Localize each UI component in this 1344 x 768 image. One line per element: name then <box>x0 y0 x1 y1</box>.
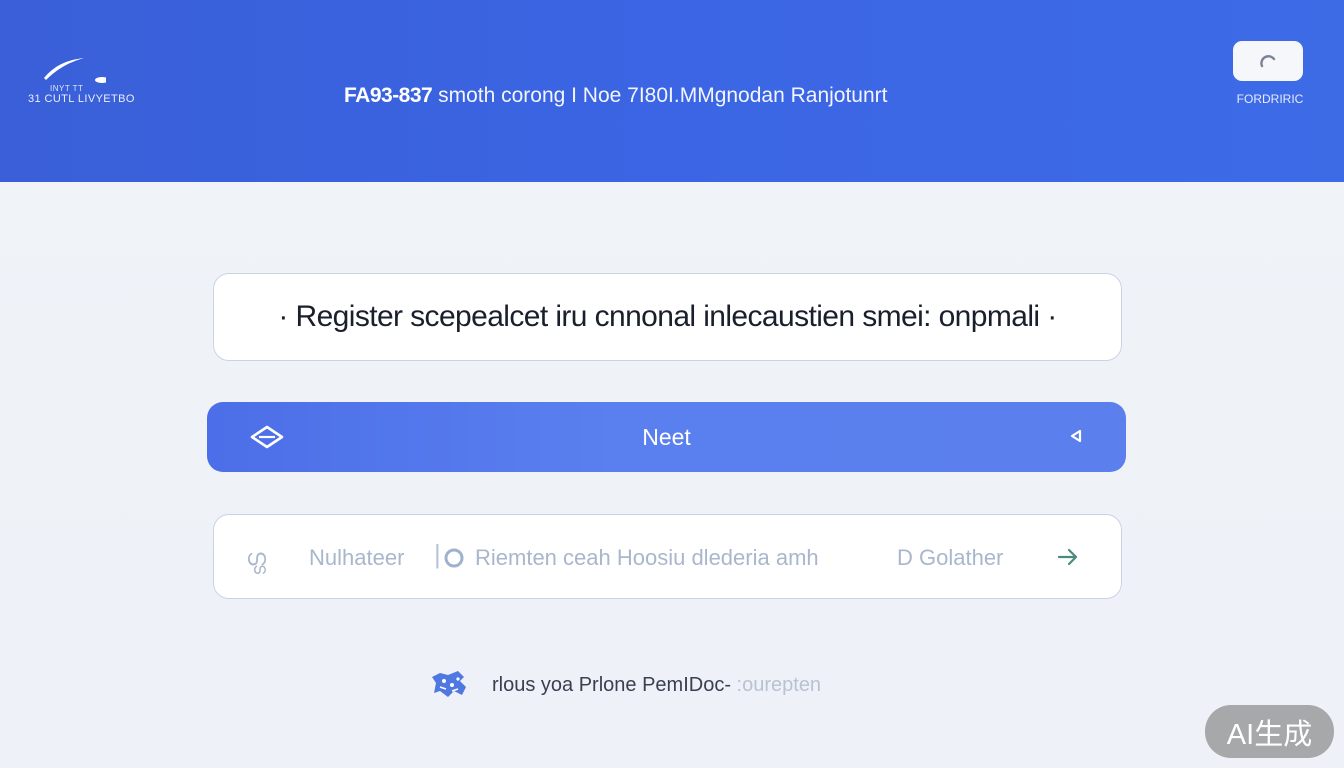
page-title-rest: smoth corong I Noe 7I80I.MMgnodan Ranjot… <box>438 84 888 107</box>
corner-label: FORDRIRIC <box>1236 92 1304 106</box>
leopard-icon <box>432 671 466 697</box>
footer-faded-text: :ourepten <box>736 674 822 696</box>
triangle-left-icon <box>1070 429 1082 443</box>
arrow-right-icon[interactable] <box>1056 547 1080 567</box>
next-button[interactable]: Neet <box>207 402 1126 472</box>
footer-link-text: rlous yoa Prlone PemIDoc- <box>492 674 731 696</box>
diamond-arrow-icon <box>250 425 284 449</box>
secondary-option-row[interactable]: ഗ്ഗ Nulhateer | Riemten ceah Hoosiu dled… <box>213 514 1122 599</box>
header-bar: INYT TT 31 CUTL LIVYETBO FA93-837 smoth … <box>0 0 1344 182</box>
watermark-text: AI生成 <box>1226 718 1313 751</box>
next-button-label: Neet <box>642 423 691 450</box>
secondary-label-3: D Golather <box>897 545 1004 570</box>
refresh-icon <box>1260 55 1276 68</box>
swoosh-logo-icon <box>44 58 106 83</box>
footer-link-row[interactable]: rlous yoa Prlone PemIDoc- :ourepten <box>430 667 910 701</box>
ai-generated-watermark: AI生成 <box>1205 705 1334 758</box>
page-title: FA93-837 smoth corong I Noe 7I80I.MMgnod… <box>344 84 1044 108</box>
page: INYT TT 31 CUTL LIVYETBO FA93-837 smoth … <box>0 0 1344 768</box>
info-text-box: · Register scepealcet iru cnnonal inleca… <box>213 273 1122 361</box>
logo[interactable]: INYT TT 31 CUTL LIVYETBO <box>28 52 148 112</box>
page-title-strong: FA93-837 <box>344 84 433 107</box>
refresh-button[interactable] <box>1233 41 1303 81</box>
info-text: · Register scepealcet iru cnnonal inleca… <box>278 300 1057 333</box>
footer-text[interactable]: rlous yoa Prlone PemIDoc- :ourepten <box>492 674 821 697</box>
divider-bar: | <box>434 539 441 569</box>
circle-icon <box>444 548 464 568</box>
secondary-code: ഗ്ഗ <box>246 545 267 570</box>
logo-text: 31 CUTL LIVYETBO <box>28 93 135 105</box>
secondary-label-2: Riemten ceah Hoosiu dlederia amh <box>475 545 819 570</box>
secondary-label-1: Nulhateer <box>309 545 405 570</box>
logo-small-text: INYT TT <box>50 84 84 93</box>
